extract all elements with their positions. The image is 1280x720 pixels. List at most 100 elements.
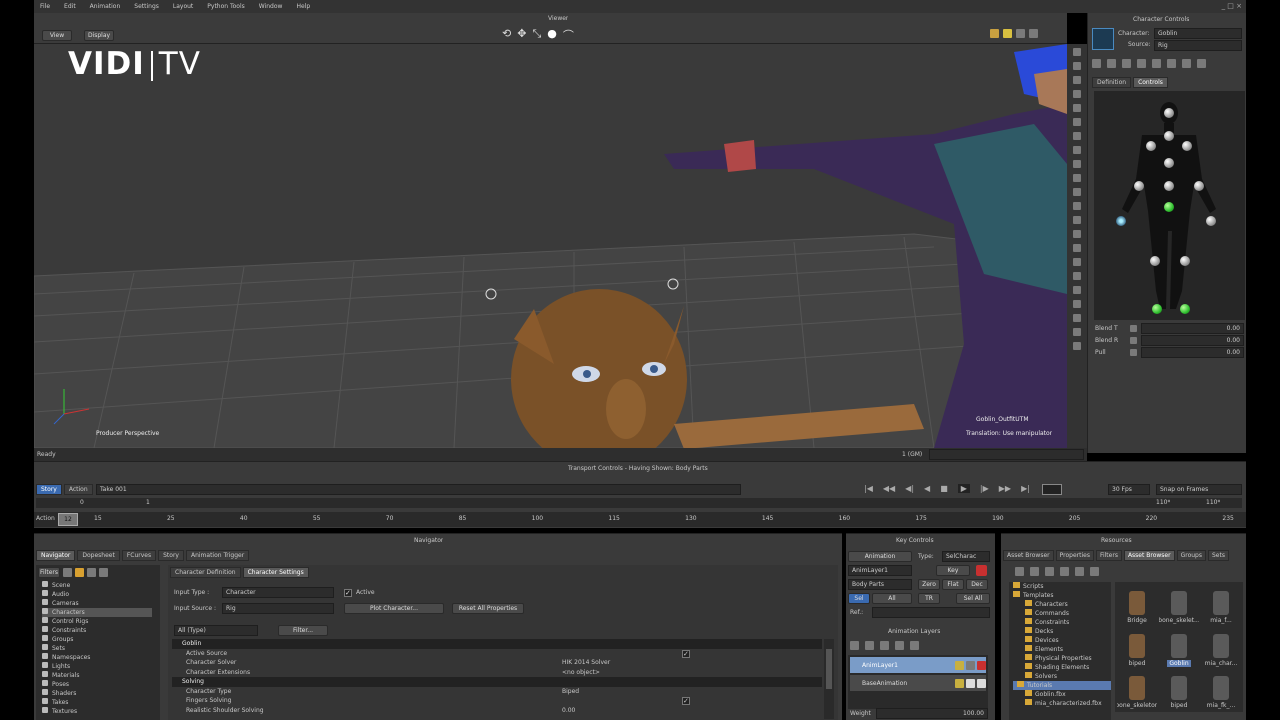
layer-select[interactable]: AnimLayer1 — [848, 565, 912, 576]
window-controls[interactable]: _ □ × — [1222, 2, 1242, 10]
resource-tree-item[interactable]: Goblin.fbx — [1013, 690, 1111, 699]
joint-ankle-l[interactable] — [1180, 304, 1190, 314]
tab-navigator[interactable]: Navigator — [36, 550, 76, 561]
all-button[interactable]: All — [872, 593, 912, 604]
pin-icon[interactable] — [1107, 59, 1116, 68]
resource-tree-item[interactable]: Commands — [1013, 609, 1111, 618]
blend1-key-icon[interactable] — [1130, 325, 1137, 332]
nav-tree-item[interactable]: Scene — [42, 581, 152, 590]
property-value[interactable] — [562, 639, 822, 649]
filter-type-select[interactable]: All (Type) — [174, 625, 258, 636]
nav-tree-item[interactable]: Control Rigs — [42, 617, 152, 626]
nav-icon-2[interactable] — [75, 568, 84, 577]
sel-all-button[interactable]: Sel All — [956, 593, 990, 604]
tool-material-icon[interactable] — [1073, 160, 1081, 168]
joint-head[interactable] — [1164, 108, 1174, 118]
sel-button[interactable]: Sel — [848, 593, 870, 604]
grid-icon[interactable] — [1016, 29, 1025, 38]
merge-layer-icon[interactable] — [910, 641, 919, 650]
layer-1-record-icon[interactable] — [977, 660, 986, 670]
joint-hand-l[interactable] — [1206, 216, 1216, 226]
move-tool-icon[interactable]: ✥ — [517, 27, 526, 43]
joint-spine[interactable] — [1164, 181, 1174, 191]
play-icon[interactable]: ▶ — [957, 484, 970, 493]
property-row[interactable]: Solving — [172, 677, 822, 687]
range-bar[interactable]: 0 1 110* 110* — [36, 498, 1242, 508]
goto-start-icon[interactable]: |◀ — [864, 484, 873, 493]
res-grid-icon[interactable] — [1045, 567, 1054, 576]
asset-item[interactable]: mia_fk_... — [1201, 669, 1241, 709]
tool-handle-icon[interactable] — [1073, 286, 1081, 294]
prev-key-icon[interactable]: ◀◀ — [883, 484, 895, 493]
resource-tree-item[interactable]: Scripts — [1013, 582, 1111, 591]
res-tab-asset-browser[interactable]: Asset Browser — [1123, 550, 1175, 561]
resource-tree-item[interactable]: Tutorials — [1013, 681, 1111, 690]
tool-cube-icon[interactable] — [1073, 342, 1081, 350]
menu-item-animation[interactable]: Animation — [90, 3, 121, 10]
joint-neck[interactable] — [1164, 131, 1174, 141]
reset-properties-button[interactable]: Reset All Properties — [452, 603, 524, 614]
menu-item-window[interactable]: Window — [259, 3, 283, 10]
tool-camera-icon[interactable] — [1073, 132, 1081, 140]
layer-row-1[interactable]: AnimLayer1 — [850, 657, 986, 673]
input-source-select[interactable]: Rig — [222, 603, 334, 614]
asset-item[interactable]: bone_skelet... — [1159, 584, 1199, 624]
resource-tree-item[interactable]: mia_characterized.fbx — [1013, 699, 1111, 708]
property-row[interactable]: Character Type Biped — [172, 687, 822, 697]
subtab-character-settings[interactable]: Character Settings — [242, 567, 309, 578]
menu-item-file[interactable]: File — [40, 3, 50, 10]
viewer-icons[interactable] — [990, 29, 1038, 38]
nav-tree-item[interactable]: Textures — [42, 707, 152, 716]
nav-tree-item[interactable]: Materials — [42, 671, 152, 680]
remove-layer-icon[interactable] — [865, 641, 874, 650]
snap-select[interactable]: Snap on Frames — [1156, 484, 1242, 495]
joint-shoulder-r[interactable] — [1146, 141, 1156, 151]
res-back-icon[interactable] — [1015, 567, 1024, 576]
joint-hand-r[interactable] — [1116, 216, 1126, 226]
active-checkbox[interactable]: ✓ — [344, 589, 352, 597]
property-value[interactable] — [562, 677, 822, 687]
key-icon[interactable] — [1092, 59, 1101, 68]
view-button[interactable]: View — [42, 30, 72, 41]
property-row[interactable]: Active Source ✓ — [172, 649, 822, 659]
pull-key-icon[interactable] — [1130, 349, 1137, 356]
asset-item[interactable]: biped — [1117, 627, 1157, 667]
subtab-character-definition[interactable]: Character Definition — [170, 567, 241, 578]
menu-item-edit[interactable]: Edit — [64, 3, 76, 10]
tool-marker-icon[interactable] — [1073, 202, 1081, 210]
nav-tree-item[interactable]: Poses — [42, 680, 152, 689]
asset-item[interactable]: biped — [1159, 669, 1199, 709]
menu-item-help[interactable]: Help — [296, 3, 310, 10]
step-forward-icon[interactable]: |▶ — [980, 484, 989, 493]
tool-curve-icon[interactable] — [1073, 230, 1081, 238]
resource-tree-item[interactable]: Devices — [1013, 636, 1111, 645]
type-select[interactable]: SelCharac — [942, 551, 990, 562]
tool-select-icon[interactable] — [1073, 48, 1081, 56]
property-row[interactable]: Character Solver HIK 2014 Solver — [172, 658, 822, 668]
light-icon[interactable] — [1003, 29, 1012, 38]
blend1-field[interactable]: 0.00 — [1141, 323, 1244, 334]
select-tool-icon[interactable]: ● — [547, 27, 557, 43]
property-value[interactable]: <no object> — [562, 668, 822, 678]
resource-tree-item[interactable]: Physical Properties — [1013, 654, 1111, 663]
res-list-icon[interactable] — [1030, 567, 1039, 576]
step-back-icon[interactable]: ◀| — [905, 484, 914, 493]
property-checkbox[interactable]: ✓ — [682, 697, 690, 705]
nav-tree-item[interactable]: Takes — [42, 698, 152, 707]
zero-button[interactable]: Zero — [918, 579, 940, 590]
res-icon-4[interactable] — [1060, 567, 1069, 576]
joint-elbow-r[interactable] — [1134, 181, 1144, 191]
tool-path-icon[interactable] — [1073, 244, 1081, 252]
nav-icon-3[interactable] — [87, 568, 96, 577]
mirror-icon[interactable] — [1182, 59, 1191, 68]
fps-select[interactable]: 30 Fps — [1108, 484, 1150, 495]
menu-item-layout[interactable]: Layout — [173, 3, 193, 10]
dec-button[interactable]: Dec — [966, 579, 988, 590]
tr-button[interactable]: TR — [918, 593, 940, 604]
tool-null-icon[interactable] — [1073, 188, 1081, 196]
input-type-select[interactable]: Character — [222, 587, 334, 598]
nav-tree-item[interactable]: Lights — [42, 662, 152, 671]
filter-button[interactable]: Filter... — [278, 625, 328, 636]
res-tab-groups[interactable]: Groups — [1176, 550, 1206, 561]
viewport[interactable]: VIDI TV Producer Perspective Goblin_Outfi… — [34, 44, 1067, 448]
